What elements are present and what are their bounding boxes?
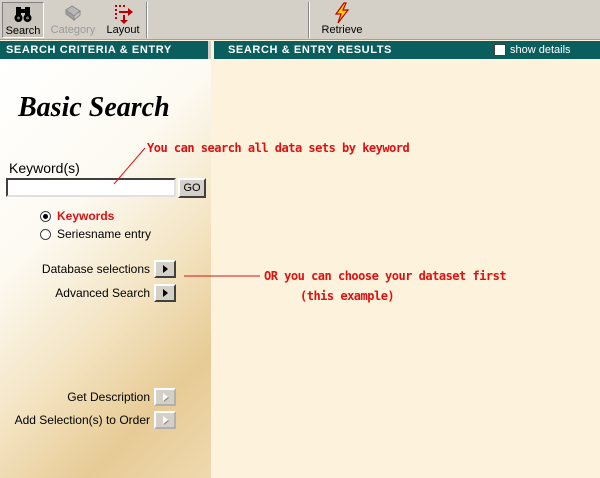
- radio-keywords[interactable]: Keywords: [40, 209, 114, 223]
- radio-button[interactable]: [40, 228, 51, 240]
- add-to-order-button[interactable]: [154, 411, 176, 429]
- database-selections-row: Database selections: [42, 260, 176, 278]
- show-details-checkbox[interactable]: show details: [494, 43, 571, 57]
- binoculars-icon: [3, 3, 43, 25]
- annotation-example-note: (this example): [300, 289, 395, 303]
- radio-seriesname-label: Seriesname entry: [57, 227, 152, 241]
- page-title: Basic Search: [18, 92, 170, 123]
- retrieve-toolbar-label: Retrieve: [321, 24, 363, 36]
- lightning-icon: [312, 2, 372, 24]
- advanced-search-button[interactable]: [154, 284, 176, 302]
- keyword-label: Keyword(s): [9, 160, 80, 176]
- database-selections-button[interactable]: [154, 260, 176, 278]
- radio-button-selected[interactable]: [40, 210, 51, 222]
- layout-toolbar-label: Layout: [106, 24, 140, 36]
- add-to-order-row: Add Selection(s) to Order: [15, 411, 176, 429]
- category-toolbar-button[interactable]: Category: [48, 2, 98, 38]
- category-toolbar-label: Category: [50, 24, 96, 36]
- checkbox-box[interactable]: [494, 44, 506, 56]
- radio-seriesname[interactable]: Seriesname entry: [40, 227, 151, 241]
- folder-icon: [48, 2, 98, 24]
- database-selections-label: Database selections: [41, 262, 150, 276]
- search-toolbar-label: Search: [5, 25, 41, 37]
- layout-arrows-icon: [102, 2, 144, 24]
- radio-keywords-label: Keywords: [57, 209, 115, 223]
- search-criteria-header: SEARCH CRITERIA & ENTRY: [0, 41, 211, 59]
- keyword-input[interactable]: [6, 178, 176, 197]
- retrieve-toolbar-button[interactable]: Retrieve: [312, 2, 372, 38]
- advanced-search-label: Advanced Search: [55, 286, 150, 300]
- show-details-label: show details: [510, 44, 571, 56]
- annotation-dataset-note: OR you can choose your dataset first: [264, 269, 507, 283]
- get-description-label: Get Description: [67, 390, 150, 404]
- get-description-button[interactable]: [154, 388, 176, 406]
- add-to-order-label: Add Selection(s) to Order: [14, 413, 150, 427]
- search-toolbar-button[interactable]: Search: [2, 2, 44, 38]
- get-description-row: Get Description: [67, 388, 176, 406]
- toolbar: Search Category Layout Retrieve: [0, 0, 600, 40]
- toolbar-separator: [146, 2, 148, 38]
- advanced-search-row: Advanced Search: [55, 284, 176, 302]
- layout-toolbar-button[interactable]: Layout: [102, 2, 144, 38]
- toolbar-separator: [308, 2, 310, 38]
- go-button[interactable]: GO: [178, 178, 206, 198]
- annotation-keyword-note: You can search all data sets by keyword: [147, 141, 410, 155]
